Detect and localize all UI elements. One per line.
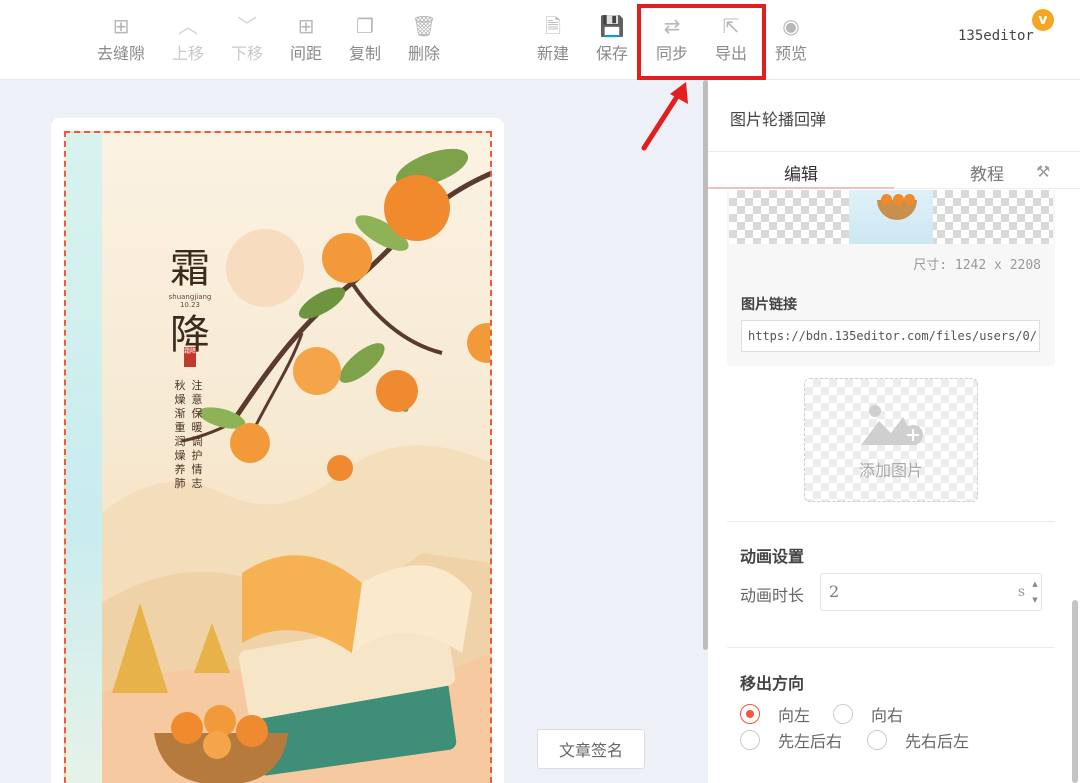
direction-option-left-then-right[interactable]: 先左后右 xyxy=(740,728,842,752)
vip-badge: v xyxy=(1032,9,1054,31)
animation-section-title: 动画设置 xyxy=(740,547,805,566)
add-image-button[interactable]: 添加图片 xyxy=(804,378,978,502)
poster-date: 10.23 xyxy=(179,301,201,309)
image-link-label: 图片链接 xyxy=(741,297,797,313)
direction-option-label: 先右后左 xyxy=(905,732,970,751)
new-label: 新建 xyxy=(536,44,569,63)
move-down-label: 下移 xyxy=(230,44,263,63)
animation-duration-unit: s xyxy=(1017,584,1025,600)
copy-icon: ❐ xyxy=(356,14,374,38)
save-button[interactable]: 💾 保存 xyxy=(582,14,642,64)
sync-export-highlight xyxy=(637,4,766,80)
properties-panel: 图片轮播回弹 编辑 教程 ⚒ 尺寸: 1242 x 2208 图片链接 http… xyxy=(708,80,1080,783)
animation-duration-value: 2 xyxy=(829,582,840,601)
panel-title: 图片轮播回弹 xyxy=(730,110,827,129)
chevron-up-icon: ︿ xyxy=(178,14,198,38)
red-arrow-annotation xyxy=(641,82,688,151)
article-signature-button[interactable]: 文章签名 xyxy=(537,729,645,769)
image-item-card: 尺寸: 1242 x 2208 图片链接 https://bdn.135edit… xyxy=(727,190,1055,366)
remove-gap-button[interactable]: ⊞ 去缝隙 xyxy=(91,14,151,64)
poster-image[interactable]: 霜 降 shuangjiang 10.23 霜降 注意保暖调护情志 秋燥渐重润燥… xyxy=(64,131,492,783)
duration-spinner[interactable]: ▲ ▼ xyxy=(1031,576,1039,608)
panel-tabs: 编辑 教程 ⚒ xyxy=(708,151,1080,189)
save-icon: 💾 xyxy=(599,14,625,38)
save-label: 保存 xyxy=(595,44,628,63)
active-tab-indicator xyxy=(708,187,894,189)
direction-section-title: 移出方向 xyxy=(740,674,805,693)
new-button[interactable]: 🗎 新建 xyxy=(523,14,583,64)
move-down-button[interactable]: ﹀ 下移 xyxy=(217,14,277,64)
trash-icon: 🗑 xyxy=(411,14,437,38)
plus-square-icon: ⊞ xyxy=(297,14,315,38)
image-dimensions: 尺寸: 1242 x 2208 xyxy=(913,258,1041,273)
image-preview-background xyxy=(729,190,1053,244)
direction-option-label: 先左后右 xyxy=(778,732,843,751)
poster-poem-col-1: 注意保暖调护情志 xyxy=(191,379,203,490)
panel-scrollbar[interactable] xyxy=(1072,600,1078,783)
spacing-button[interactable]: ⊞ 间距 xyxy=(276,14,336,64)
direction-option-right-then-left[interactable]: 先右后左 xyxy=(867,728,969,752)
remove-gap-label: 去缝隙 xyxy=(96,44,145,63)
poster-pinyin-date: shuangjiang 10.23 xyxy=(166,293,214,309)
move-up-button[interactable]: ︿ 上移 xyxy=(158,14,218,64)
file-icon: 🗎 xyxy=(544,14,562,38)
animation-duration-input[interactable]: 2 s ▲ ▼ xyxy=(820,573,1042,611)
poster-pinyin: shuangjiang xyxy=(168,293,212,301)
spinner-up-icon[interactable]: ▲ xyxy=(1031,576,1039,592)
direction-option-label: 向右 xyxy=(871,706,904,725)
move-up-label: 上移 xyxy=(171,44,204,63)
animation-duration-label: 动画时长 xyxy=(740,586,805,605)
spinner-down-icon[interactable]: ▼ xyxy=(1031,592,1039,608)
plus-square-icon: ⊞ xyxy=(112,14,130,38)
radio-checked-icon xyxy=(740,704,760,724)
eye-icon: ◉ xyxy=(782,14,800,38)
direction-option-label: 向左 xyxy=(778,706,811,725)
direction-option-right[interactable]: 向右 xyxy=(833,702,903,726)
section-divider xyxy=(727,521,1055,522)
spacing-label: 间距 xyxy=(289,44,322,63)
poster-poem-col-2: 秋燥渐重润燥养肺 xyxy=(174,379,186,490)
thumbnail-fruit xyxy=(881,194,892,205)
top-toolbar: ⊞ 去缝隙 ︿ 上移 ﹀ 下移 ⊞ 间距 ❐ 复制 🗑 删除 🗎 新建 💾 保存… xyxy=(0,0,1080,80)
tools-icon[interactable]: ⚒ xyxy=(1036,162,1050,181)
thumbnail-fruit xyxy=(904,194,915,205)
section-divider xyxy=(727,647,1055,648)
poster-title-char-1: 霜 xyxy=(170,246,210,292)
poster-seal: 霜降 xyxy=(184,347,196,367)
image-link-input[interactable]: https://bdn.135editor.com/files/users/0/ xyxy=(741,320,1040,352)
preview-button[interactable]: ◉ 预览 xyxy=(761,14,821,64)
direction-option-left[interactable]: 向左 xyxy=(740,702,810,726)
image-thumbnail[interactable] xyxy=(849,190,933,244)
thumbnail-fruit xyxy=(893,194,904,205)
tab-edit[interactable]: 编辑 xyxy=(784,160,818,185)
chevron-down-icon: ﹀ xyxy=(237,14,257,38)
add-image-label: 添加图片 xyxy=(858,461,923,480)
radio-icon xyxy=(833,704,853,724)
preview-label: 预览 xyxy=(774,44,807,63)
add-image-icon xyxy=(861,405,923,445)
radio-icon xyxy=(740,730,760,750)
copy-button[interactable]: ❐ 复制 xyxy=(335,14,395,64)
poster-side-strip xyxy=(66,133,102,783)
delete-label: 删除 xyxy=(407,44,440,63)
delete-button[interactable]: 🗑 删除 xyxy=(394,14,454,64)
copy-label: 复制 xyxy=(348,44,381,63)
tab-tutorial[interactable]: 教程 xyxy=(970,160,1004,185)
poster-illustration xyxy=(102,148,490,783)
radio-icon xyxy=(867,730,887,750)
brand-name: 135editor xyxy=(958,28,1034,44)
